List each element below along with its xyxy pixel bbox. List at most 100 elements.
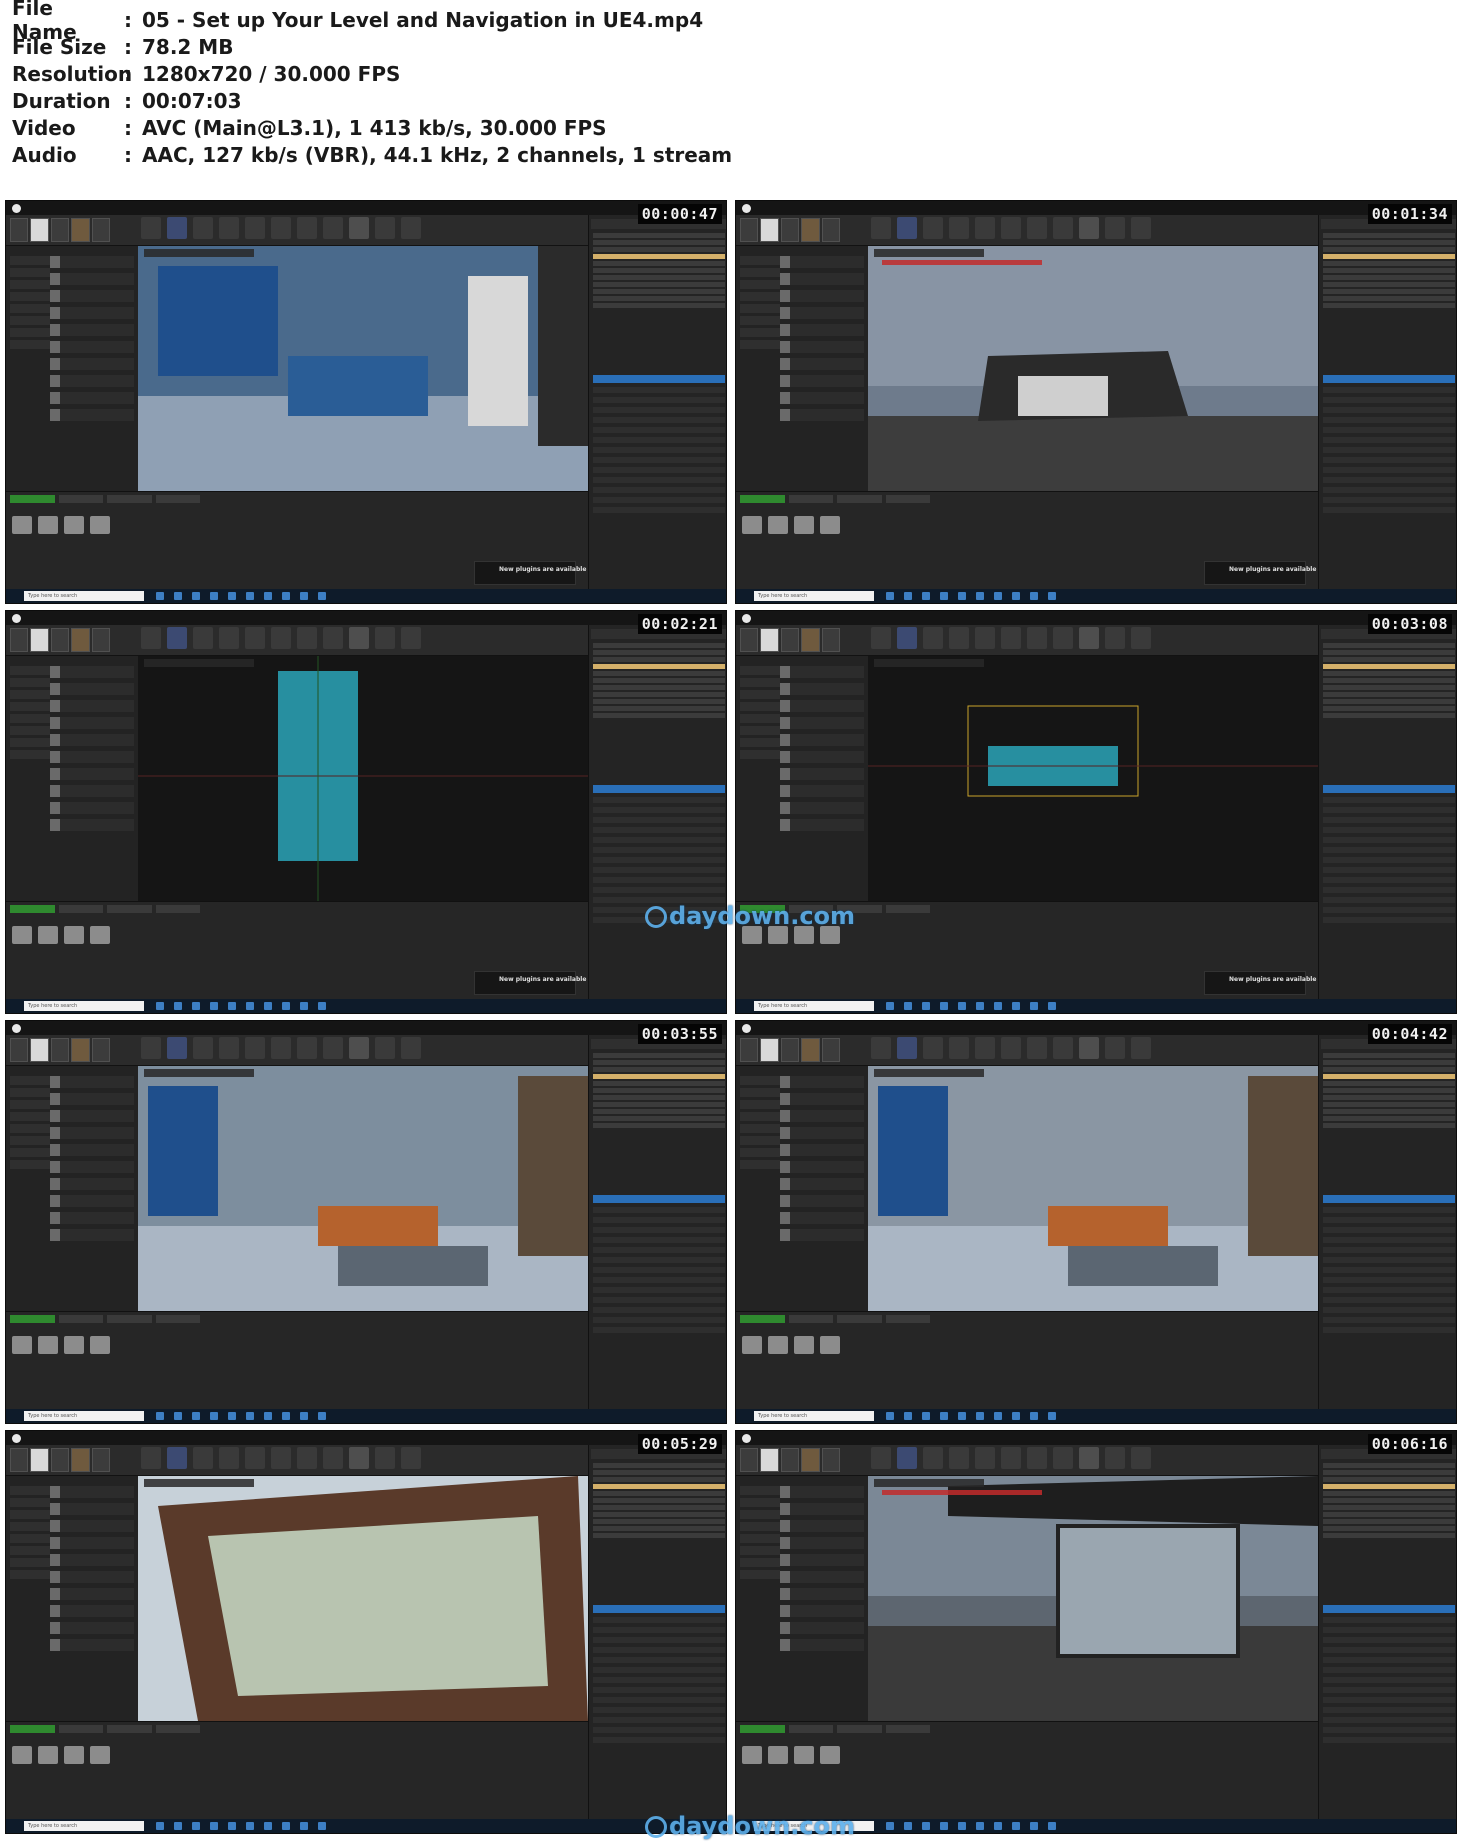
windows-taskbar: Type here to search xyxy=(736,999,1456,1013)
info-value: AVC (Main@L3.1), 1 413 kb/s, 30.000 FPS xyxy=(142,115,607,140)
viewport-scene xyxy=(138,1076,588,1311)
content-browser xyxy=(6,1311,588,1412)
mode-icons xyxy=(740,1038,841,1062)
info-key: Video xyxy=(12,115,76,140)
mode-icons xyxy=(10,628,111,652)
mode-icons xyxy=(740,218,841,242)
video-thumbnail: Type here to search 00:04:42 xyxy=(735,1020,1457,1424)
modes-panel xyxy=(736,656,869,901)
world-outliner xyxy=(588,215,726,603)
viewport xyxy=(868,656,1318,901)
info-colon: : xyxy=(124,142,132,167)
unreal-logo-icon xyxy=(12,1023,21,1033)
taskbar-search-box: Type here to search xyxy=(24,1821,144,1831)
content-browser xyxy=(736,1721,1318,1822)
viewport xyxy=(138,1476,588,1721)
taskbar-search-box: Type here to search xyxy=(24,591,144,601)
info-value: 78.2 MB xyxy=(142,34,234,59)
windows-taskbar: Type here to search xyxy=(6,589,726,603)
viewport-scene xyxy=(868,1076,1318,1311)
viewport xyxy=(868,1066,1318,1311)
watermark-logo-icon xyxy=(645,1816,667,1838)
info-row-audio: Audio : AAC, 127 kb/s (VBR), 44.1 kHz, 2… xyxy=(12,141,732,168)
unreal-logo-icon xyxy=(742,613,751,623)
viewport-scene xyxy=(868,705,1318,797)
thumbnail-timestamp: 00:06:16 xyxy=(1367,1434,1452,1454)
watermark: daydown.com xyxy=(645,902,855,930)
video-thumbnail: Type here to search 00:00:47 New plugins… xyxy=(5,200,727,604)
toolbar-buttons xyxy=(141,627,421,649)
plugin-notification: New plugins are available xyxy=(474,971,586,995)
windows-taskbar: Type here to search xyxy=(736,1409,1456,1423)
windows-taskbar: Type here to search xyxy=(6,1819,726,1833)
video-thumbnail: Type here to search 00:01:34 New plugins… xyxy=(735,200,1457,604)
editor-menu-bar xyxy=(6,611,726,625)
viewport xyxy=(138,656,588,901)
thumbnail-timestamp: 00:05:29 xyxy=(637,1434,722,1454)
viewport-scene xyxy=(868,1476,1318,1721)
notification-text: New plugins are available xyxy=(1229,976,1317,983)
modes-panel xyxy=(6,246,139,491)
world-outliner xyxy=(1318,1445,1456,1833)
viewport-toolbar xyxy=(144,1069,254,1077)
mode-icons xyxy=(740,628,841,652)
plugin-notification: New plugins are available xyxy=(1204,971,1316,995)
thumbnail-timestamp: 00:03:55 xyxy=(637,1024,722,1044)
watermark: daydown.com xyxy=(645,1812,855,1840)
info-value: AAC, 127 kb/s (VBR), 44.1 kHz, 2 channel… xyxy=(142,142,733,167)
windows-taskbar: Type here to search xyxy=(6,999,726,1013)
content-browser xyxy=(6,1721,588,1822)
video-thumbnail: Type here to search 00:02:21 New plugins… xyxy=(5,610,727,1014)
plugin-notification: New plugins are available xyxy=(474,561,586,585)
thumbnail-timestamp: 00:00:47 xyxy=(637,204,722,224)
content-browser xyxy=(736,1311,1318,1412)
mode-icons xyxy=(10,1448,111,1472)
viewport xyxy=(138,246,588,491)
unreal-logo-icon xyxy=(742,203,751,213)
lighting-warning xyxy=(882,260,1042,265)
modes-panel xyxy=(6,656,139,901)
taskbar-search-box: Type here to search xyxy=(754,591,874,601)
viewport xyxy=(138,1066,588,1311)
editor-menu-bar xyxy=(736,1431,1456,1445)
world-outliner xyxy=(588,1445,726,1833)
notification-text: New plugins are available xyxy=(1229,566,1317,573)
taskbar-search-box: Type here to search xyxy=(24,1411,144,1421)
editor-menu-bar xyxy=(736,611,1456,625)
viewport-toolbar xyxy=(874,1479,984,1487)
video-thumbnail: Type here to search 00:06:16 xyxy=(735,1430,1457,1834)
taskbar-search-box: Type here to search xyxy=(754,1411,874,1421)
toolbar-buttons xyxy=(141,217,421,239)
world-outliner xyxy=(1318,1035,1456,1423)
viewport xyxy=(868,246,1318,491)
toolbar-buttons xyxy=(871,627,1151,649)
viewport-scene xyxy=(138,246,588,491)
notification-text: New plugins are available xyxy=(499,976,587,983)
info-key: Audio xyxy=(12,142,77,167)
viewport-scene xyxy=(138,1476,588,1721)
modes-panel xyxy=(6,1066,139,1311)
viewport-toolbar xyxy=(144,659,254,667)
viewport-toolbar xyxy=(874,1069,984,1077)
modes-panel xyxy=(6,1476,139,1721)
notification-text: New plugins are available xyxy=(499,566,587,573)
plugin-notification: New plugins are available xyxy=(1204,561,1316,585)
info-key: Duration xyxy=(12,88,111,113)
windows-taskbar: Type here to search xyxy=(736,589,1456,603)
viewport-toolbar xyxy=(144,249,254,257)
editor-menu-bar xyxy=(736,1021,1456,1035)
thumbnail-timestamp: 00:04:42 xyxy=(1367,1024,1452,1044)
world-outliner xyxy=(1318,625,1456,1013)
info-value: 1280x720 / 30.000 FPS xyxy=(142,61,401,86)
toolbar-buttons xyxy=(141,1037,421,1059)
lighting-warning xyxy=(882,1490,1042,1495)
watermark-text: daydown.com xyxy=(669,1812,856,1840)
info-colon: : xyxy=(124,115,132,140)
details-panel xyxy=(1323,785,1455,955)
info-colon: : xyxy=(124,34,132,59)
mode-icons xyxy=(740,1448,841,1472)
info-row-duration: Duration : 00:07:03 xyxy=(12,87,732,114)
watermark-logo-icon xyxy=(645,906,667,928)
editor-menu-bar xyxy=(6,1431,726,1445)
details-panel xyxy=(1323,1195,1455,1365)
